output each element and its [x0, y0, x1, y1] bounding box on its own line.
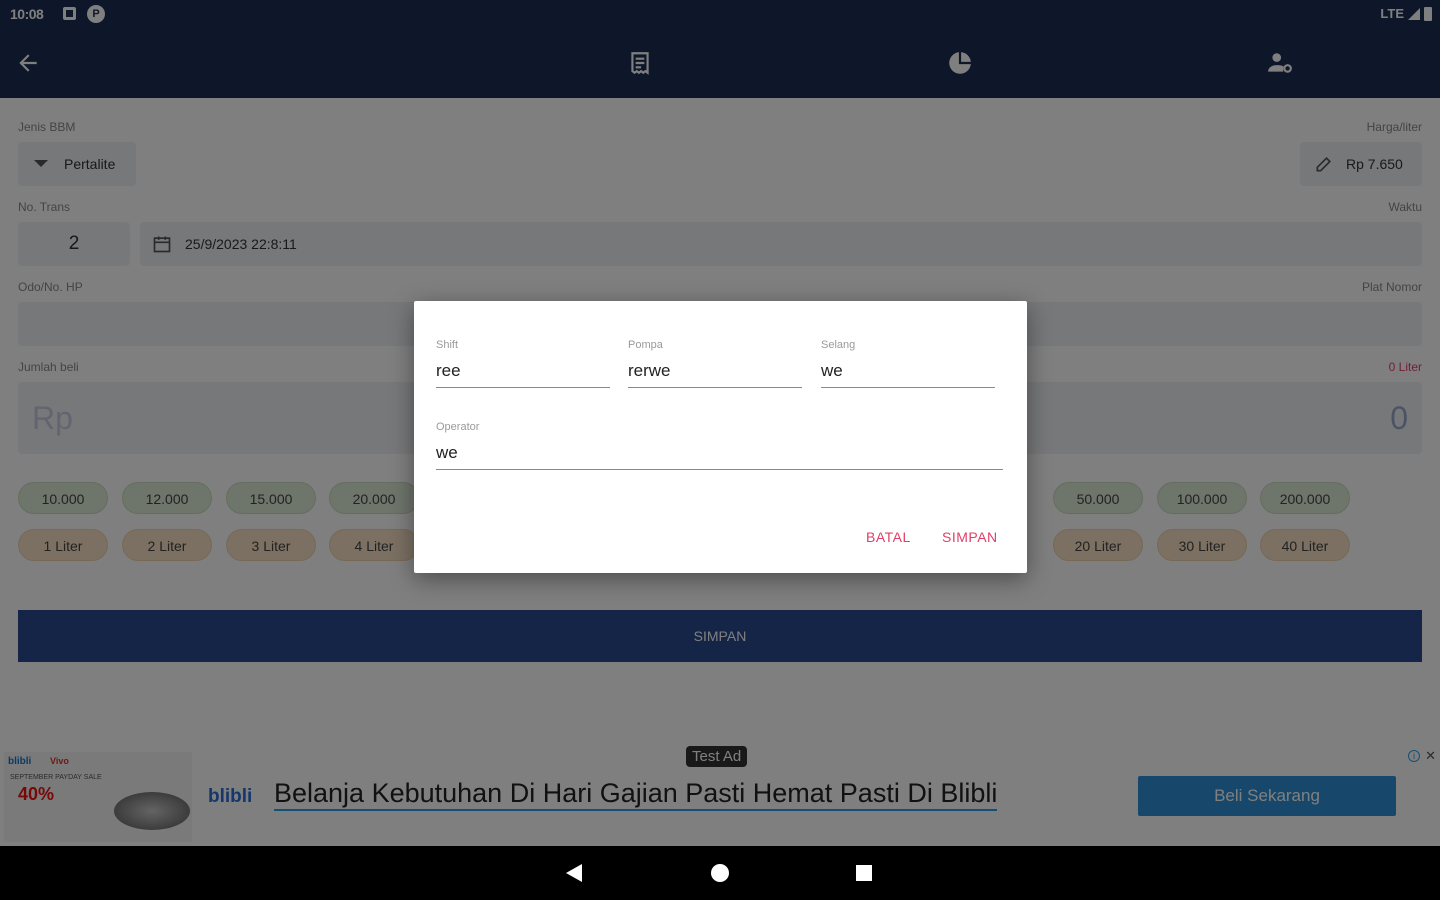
operator-label: Operator — [436, 421, 480, 433]
nav-home-icon[interactable] — [711, 864, 729, 882]
selang-label: Selang — [821, 339, 856, 351]
shift-label: Shift — [436, 339, 459, 351]
selang-field: Selang — [821, 339, 995, 388]
system-nav-bar — [0, 846, 1440, 900]
cancel-button[interactable]: BATAL — [866, 529, 911, 545]
pompa-field: Pompa — [628, 339, 802, 388]
nav-back-icon[interactable] — [566, 864, 582, 882]
selang-input[interactable] — [821, 361, 995, 388]
operator-input[interactable] — [436, 443, 1003, 470]
dialog-save-button[interactable]: SIMPAN — [942, 529, 998, 545]
shift-dialog: Shift Pompa Selang Operator BATAL SIMPAN — [414, 301, 1027, 573]
pompa-input[interactable] — [628, 361, 802, 388]
operator-field: Operator — [436, 421, 1003, 470]
shift-input[interactable] — [436, 361, 610, 388]
shift-field: Shift — [436, 339, 610, 388]
pompa-label: Pompa — [628, 339, 663, 351]
nav-recents-icon[interactable] — [856, 865, 872, 881]
